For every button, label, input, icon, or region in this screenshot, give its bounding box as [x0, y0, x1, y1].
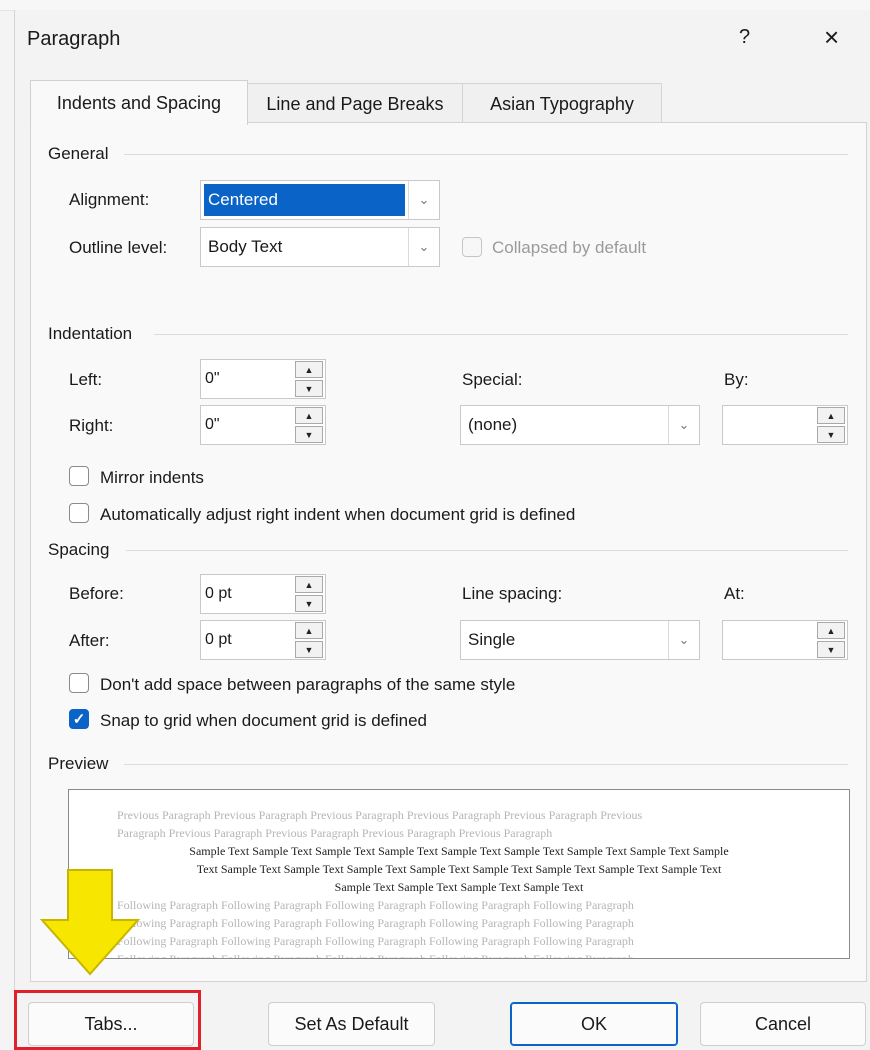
mirror-indents-checkbox[interactable] — [69, 466, 89, 486]
tab-line-and-page-breaks[interactable]: Line and Page Breaks — [246, 83, 464, 124]
divider — [154, 334, 848, 335]
at-label: At: — [724, 584, 745, 603]
preview-following-text: Following Paragraph Following Paragraph … — [117, 952, 634, 959]
spin-up-icon[interactable]: ▲ — [817, 622, 845, 639]
by-label: By: — [724, 370, 749, 389]
spin-up-icon[interactable]: ▲ — [295, 622, 323, 639]
alignment-select[interactable]: Centered ⌄ — [200, 180, 440, 220]
set-as-default-button[interactable]: Set As Default — [268, 1002, 435, 1046]
chevron-down-icon: ⌄ — [668, 406, 699, 444]
chevron-down-icon: ⌄ — [408, 181, 439, 219]
ok-button[interactable]: OK — [510, 1002, 678, 1046]
divider — [124, 764, 848, 765]
yellow-arrow-icon — [39, 869, 141, 976]
cancel-button[interactable]: Cancel — [700, 1002, 866, 1046]
background-document — [0, 0, 14, 1050]
spin-down-icon[interactable]: ▼ — [295, 426, 323, 443]
preview-following-text: Following Paragraph Following Paragraph … — [117, 934, 634, 948]
right-indent-spinner[interactable]: 0" ▲ ▼ — [200, 405, 326, 445]
auto-adjust-right-indent-checkbox[interactable] — [69, 503, 89, 523]
spacing-after-value: 0 pt — [205, 631, 232, 648]
preview-sample-text: Sample Text Sample Text Sample Text Samp… — [189, 844, 729, 858]
spin-up-icon[interactable]: ▲ — [295, 407, 323, 424]
snap-to-grid-label: Snap to grid when document grid is defin… — [100, 711, 427, 730]
tab-indents-and-spacing[interactable]: Indents and Spacing — [30, 80, 248, 125]
spacing-after-spinner[interactable]: 0 pt ▲ ▼ — [200, 620, 326, 660]
close-button[interactable]: × — [824, 22, 839, 53]
checkmark-icon: ✓ — [72, 711, 86, 728]
divider — [126, 550, 848, 551]
spin-down-icon[interactable]: ▼ — [817, 426, 845, 443]
line-spacing-label: Line spacing: — [462, 584, 563, 603]
spacing-before-spinner[interactable]: 0 pt ▲ ▼ — [200, 574, 326, 614]
highlight-box — [14, 990, 201, 1050]
tab-asian-typography[interactable]: Asian Typography — [462, 83, 662, 124]
preview-following-text: Following Paragraph Following Paragraph … — [117, 898, 634, 912]
spin-down-icon[interactable]: ▼ — [295, 641, 323, 658]
preview-previous-text: Paragraph Previous Paragraph Previous Pa… — [117, 826, 553, 840]
dialog-title: Paragraph — [27, 28, 121, 50]
spacing-after-label: After: — [69, 631, 110, 650]
dont-add-space-label: Don't add space between paragraphs of th… — [100, 675, 516, 694]
spacing-section-title: Spacing — [48, 540, 110, 559]
auto-adjust-right-indent-label: Automatically adjust right indent when d… — [100, 505, 576, 524]
right-indent-label: Right: — [69, 416, 114, 435]
alignment-label: Alignment: — [69, 190, 150, 209]
spin-up-icon[interactable]: ▲ — [295, 576, 323, 593]
preview-following-text: Following Paragraph Following Paragraph … — [117, 916, 634, 930]
general-section-title: General — [48, 144, 109, 163]
preview-sample-text: Text Sample Text Sample Text Sample Text… — [196, 862, 722, 876]
left-indent-value: 0" — [205, 370, 220, 387]
cancel-label: Cancel — [754, 1013, 812, 1034]
spin-down-icon[interactable]: ▼ — [295, 595, 323, 612]
ok-label: OK — [580, 1013, 607, 1034]
collapsed-by-default-checkbox[interactable] — [462, 237, 482, 257]
special-label: Special: — [462, 370, 523, 389]
preview-previous-text: Previous Paragraph Previous Paragraph Pr… — [117, 808, 643, 822]
right-indent-value: 0" — [205, 416, 220, 433]
chevron-down-icon: ⌄ — [408, 228, 439, 266]
special-select[interactable]: (none) ⌄ — [460, 405, 700, 445]
line-spacing-value: Single — [468, 630, 516, 649]
preview-sample-text: Sample Text Sample Text Sample Text Samp… — [334, 880, 584, 894]
left-indent-spinner[interactable]: 0" ▲ ▼ — [200, 359, 326, 399]
tab-label: Asian Typography — [490, 93, 634, 114]
preview-box: Previous Paragraph Previous Paragraph Pr… — [68, 789, 850, 959]
spin-up-icon[interactable]: ▲ — [817, 407, 845, 424]
alignment-value: Centered — [204, 184, 405, 216]
spacing-before-value: 0 pt — [205, 585, 232, 602]
spacing-before-label: Before: — [69, 584, 124, 603]
spin-down-icon[interactable]: ▼ — [817, 641, 845, 658]
special-value: (none) — [468, 415, 518, 434]
chevron-down-icon: ⌄ — [668, 621, 699, 659]
preview-section-title: Preview — [48, 754, 109, 773]
spin-down-icon[interactable]: ▼ — [295, 380, 323, 397]
collapsed-by-default-label: Collapsed by default — [492, 238, 647, 257]
help-button[interactable]: ? — [739, 26, 750, 49]
spin-up-icon[interactable]: ▲ — [295, 361, 323, 378]
divider — [124, 154, 848, 155]
dont-add-space-checkbox[interactable] — [69, 673, 89, 693]
set-as-default-label: Set As Default — [294, 1013, 409, 1034]
left-indent-label: Left: — [69, 370, 103, 389]
mirror-indents-label: Mirror indents — [100, 468, 204, 487]
at-spinner[interactable]: ▲ ▼ — [722, 620, 848, 660]
snap-to-grid-checkbox[interactable]: ✓ — [69, 709, 89, 729]
tab-label: Indents and Spacing — [56, 92, 222, 113]
outline-level-select[interactable]: Body Text ⌄ — [200, 227, 440, 267]
indentation-section-title: Indentation — [48, 324, 133, 343]
line-spacing-select[interactable]: Single ⌄ — [460, 620, 700, 660]
outline-level-label: Outline level: — [69, 238, 168, 257]
outline-level-value: Body Text — [208, 237, 283, 256]
tab-label: Line and Page Breaks — [266, 93, 444, 114]
by-spinner[interactable]: ▲ ▼ — [722, 405, 848, 445]
